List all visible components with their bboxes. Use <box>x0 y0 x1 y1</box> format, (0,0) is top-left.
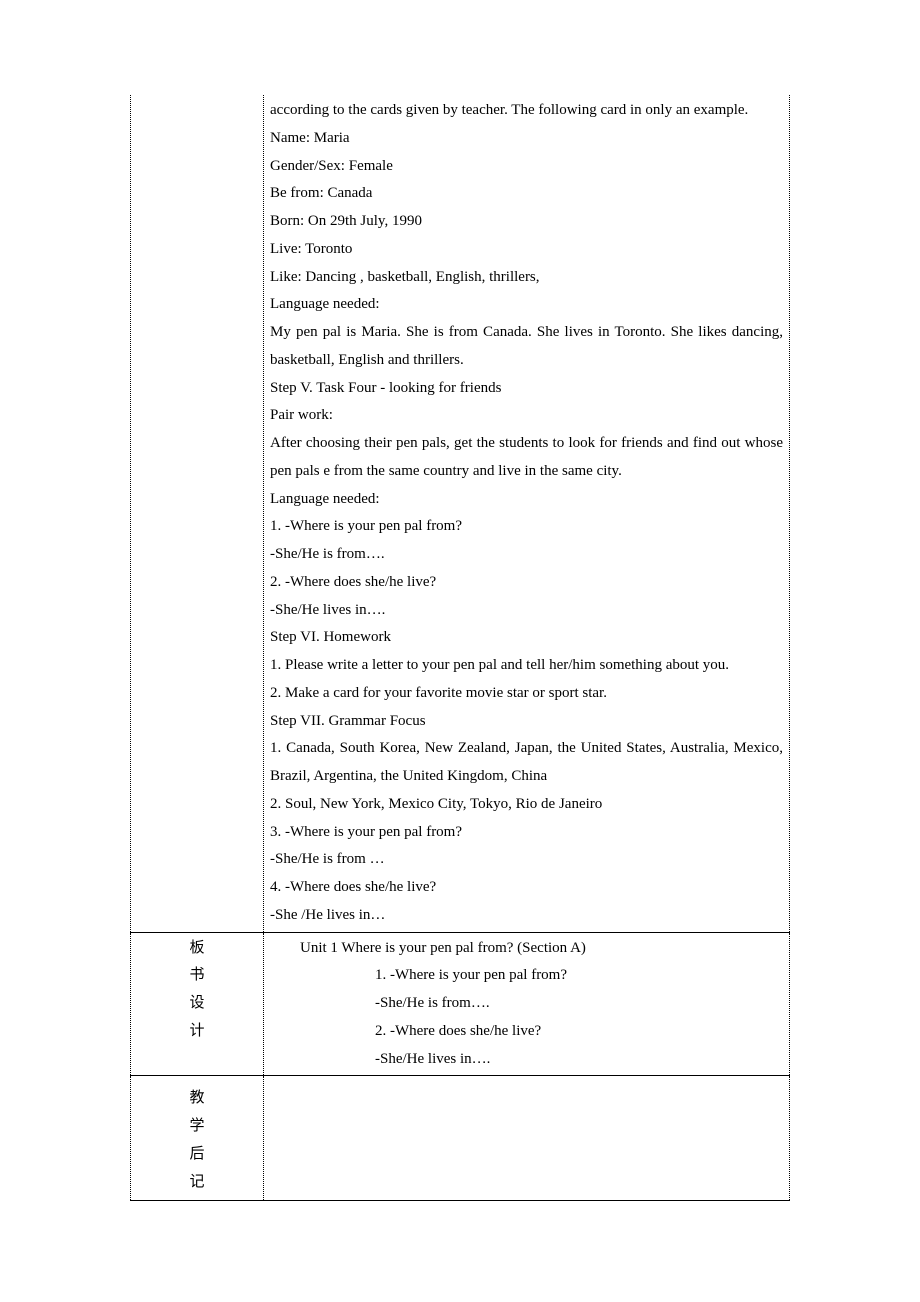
content-line: 2. -Where does she/he live? <box>270 569 783 597</box>
content-line: Be from: Canada <box>270 180 783 208</box>
content-line: Step VII. Grammar Focus <box>270 708 783 736</box>
label-char: 计 <box>137 1018 257 1046</box>
label-char: 板 <box>137 935 257 963</box>
row2-content-cell: Unit 1 Where is your pen pal from? (Sect… <box>264 932 790 1076</box>
content-line: -She/He is from…. <box>270 541 783 569</box>
content-line: My pen pal is Maria. She is from Canada.… <box>270 319 783 375</box>
label-char: 后 <box>137 1141 257 1169</box>
content-line: 2. Make a card for your favorite movie s… <box>270 680 783 708</box>
row2-label-cell: 板 书 设 计 <box>131 932 264 1076</box>
label-char: 记 <box>137 1169 257 1197</box>
board-line: -She/He lives in…. <box>270 1046 783 1074</box>
label-char: 教 <box>137 1085 257 1113</box>
content-line: Language needed: <box>270 486 783 514</box>
board-line: 2. -Where does she/he live? <box>270 1018 783 1046</box>
lesson-plan-table: according to the cards given by teacher.… <box>130 95 790 1201</box>
content-line: -She/He lives in…. <box>270 597 783 625</box>
row3-content-cell <box>264 1076 790 1201</box>
content-line: Live: Toronto <box>270 236 783 264</box>
content-line: 2. Soul, New York, Mexico City, Tokyo, R… <box>270 791 783 819</box>
board-line: Unit 1 Where is your pen pal from? (Sect… <box>270 935 783 963</box>
row1-content-cell: according to the cards given by teacher.… <box>264 95 790 932</box>
content-line: Like: Dancing , basketball, English, thr… <box>270 264 783 292</box>
content-line: Step VI. Homework <box>270 624 783 652</box>
content-line: -She /He lives in… <box>270 902 783 930</box>
content-line: 1. -Where is your pen pal from? <box>270 513 783 541</box>
content-line: Step V. Task Four - looking for friends <box>270 375 783 403</box>
table-row: according to the cards given by teacher.… <box>131 95 790 932</box>
content-line: Language needed: <box>270 291 783 319</box>
content-line: Gender/Sex: Female <box>270 153 783 181</box>
content-line: After choosing their pen pals, get the s… <box>270 430 783 486</box>
label-char: 书 <box>137 962 257 990</box>
board-line: 1. -Where is your pen pal from? <box>270 962 783 990</box>
label-char: 学 <box>137 1113 257 1141</box>
row3-label-cell: 教 学 后 记 <box>131 1076 264 1201</box>
content-line: 3. -Where is your pen pal from? <box>270 819 783 847</box>
content-line: -She/He is from … <box>270 846 783 874</box>
row1-label-cell <box>131 95 264 932</box>
table-row: 板 书 设 计 Unit 1 Where is your pen pal fro… <box>131 932 790 1076</box>
content-line: according to the cards given by teacher.… <box>270 97 783 125</box>
content-line: 4. -Where does she/he live? <box>270 874 783 902</box>
board-line: -She/He is from…. <box>270 990 783 1018</box>
content-line: 1. Please write a letter to your pen pal… <box>270 652 783 680</box>
label-char: 设 <box>137 990 257 1018</box>
content-line: Name: Maria <box>270 125 783 153</box>
content-line: Born: On 29th July, 1990 <box>270 208 783 236</box>
table-row: 教 学 后 记 <box>131 1076 790 1201</box>
content-line: 1. Canada, South Korea, New Zealand, Jap… <box>270 735 783 791</box>
document-page: according to the cards given by teacher.… <box>0 0 920 1302</box>
content-line: Pair work: <box>270 402 783 430</box>
